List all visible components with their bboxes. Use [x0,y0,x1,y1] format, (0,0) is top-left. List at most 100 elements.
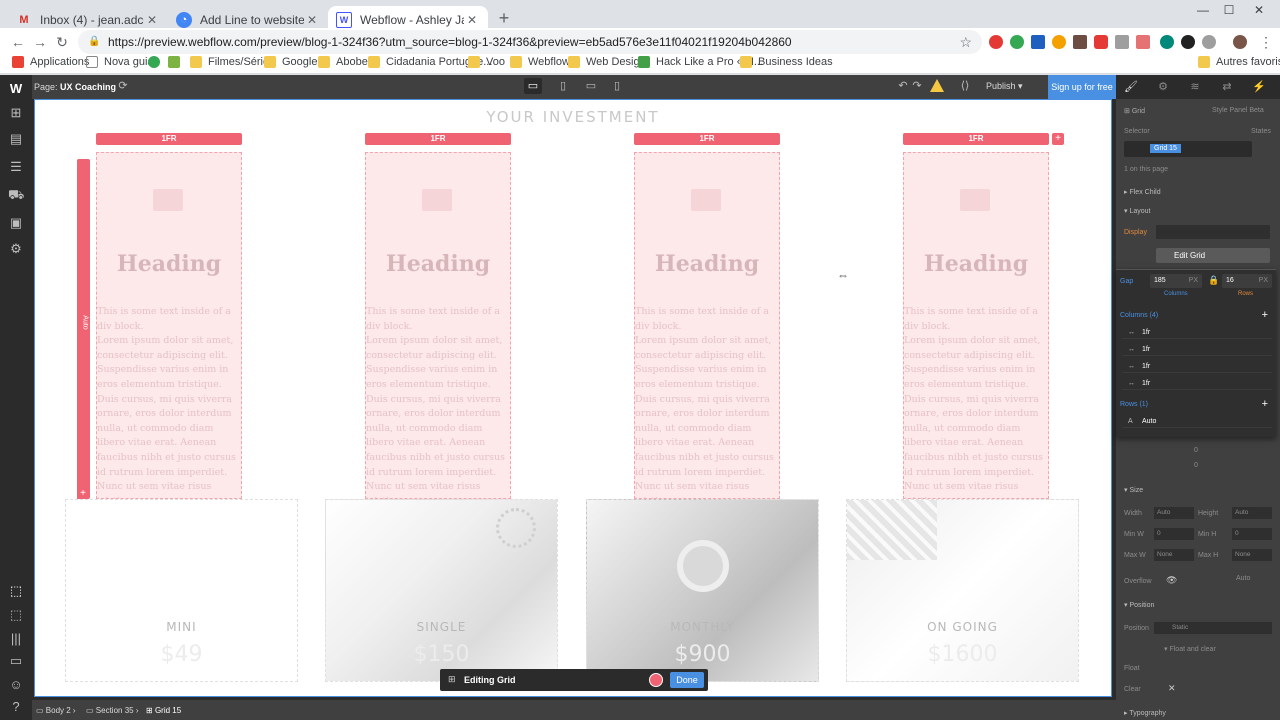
height-input[interactable]: Auto [1232,507,1272,519]
interactions-icon[interactable]: ⇄ [1220,80,1234,94]
history-icon[interactable]: ⟳ [114,78,132,94]
bookmark-star-icon[interactable]: ☆ [959,34,972,51]
extension-icon[interactable] [1010,35,1024,49]
grid-cell[interactable]: Heading This is some text inside of a di… [903,152,1049,507]
extension-icon[interactable] [1073,35,1087,49]
avatar[interactable] [1233,35,1247,49]
plan-card[interactable]: MINI $49 [65,499,298,682]
bookmark-item[interactable] [148,56,166,68]
states-dropdown[interactable]: States [1251,128,1271,135]
section-typography[interactable]: ▸ Typography [1124,709,1166,717]
display-options[interactable] [1156,225,1270,239]
max-height-input[interactable]: None [1232,549,1272,561]
gap-columns-input[interactable]: 185 PX [1150,274,1202,288]
record-icon[interactable] [649,673,663,687]
extension-icon[interactable] [1160,35,1174,49]
ecommerce-icon[interactable]: ⛟ [8,187,24,203]
audit-icon[interactable]: ||| [8,631,24,647]
close-tab-icon[interactable]: ✕ [464,13,480,27]
selector-field[interactable]: Grid 15 [1124,141,1252,157]
tablet-breakpoint-icon[interactable]: ▯ [554,78,572,94]
grid-column-handle[interactable]: 1FR [96,133,242,145]
plan-card[interactable]: SINGLE $150 [325,499,558,682]
grid-row-handle[interactable]: Auto [77,159,90,499]
sign-up-button[interactable]: Sign up for free [1048,75,1116,99]
extension-icon[interactable] [1052,35,1066,49]
max-width-input[interactable]: None [1154,549,1194,561]
extension-icon[interactable] [1181,35,1195,49]
menu-icon[interactable]: ⋮ [1256,32,1276,52]
page-canvas[interactable]: YOUR INVESTMENT 1FR 1FR 1FR 1FR + Auto +… [34,99,1112,697]
plan-card[interactable]: ON GOING $1600 [846,499,1079,682]
select-box-icon[interactable]: ⬚ [8,607,24,623]
preview-icon[interactable]: ▭ [8,653,24,669]
extension-icon[interactable] [1094,35,1108,49]
breadcrumb-grid[interactable]: ⊞ Grid 15 [146,706,181,715]
settings-icon[interactable]: ⚙ [8,241,24,257]
pages-icon[interactable]: ▤ [8,131,24,147]
bookmark-item[interactable] [168,56,186,68]
column-track[interactable]: ↔ 1fr [1122,360,1272,373]
gap-rows-input[interactable]: 16 PX [1222,274,1272,288]
mobile-landscape-breakpoint-icon[interactable]: ▭ [582,78,600,94]
bookmark-folder[interactable]: Voo [468,56,505,68]
grid-column-handle[interactable]: 1FR [903,133,1049,145]
extension-icon[interactable] [1115,35,1129,49]
reload-icon[interactable]: ↻ [52,32,72,52]
settings-gear-icon[interactable]: ⚙ [1156,80,1170,94]
section-size[interactable]: ▾ Size [1124,486,1143,494]
style-brush-icon[interactable]: 🖌 [1124,80,1138,94]
column-track[interactable]: ↔ 1fr [1122,343,1272,356]
section-flex-child[interactable]: ▸ Flex Child [1124,188,1161,196]
section-layout[interactable]: ▾ Layout [1124,207,1151,215]
grid-cell[interactable]: Heading This is some text inside of a di… [365,152,511,507]
add-column-icon[interactable]: + [1262,309,1268,321]
webflow-logo-icon[interactable]: W [8,81,24,97]
bookmark-folder[interactable]: Web Design [568,56,646,68]
add-column-icon[interactable]: + [1052,133,1064,145]
grid-column-handle[interactable]: 1FR [634,133,780,145]
bookmark-folder[interactable]: Filmes/Séries [190,56,275,68]
grid-column-handle[interactable]: 1FR [365,133,511,145]
width-input[interactable]: Auto [1154,507,1194,519]
min-height-input[interactable]: 0 [1232,528,1272,540]
code-export-icon[interactable]: ⟨⟩ [956,78,974,94]
bookmark-folder[interactable]: Business Ideas [740,56,833,68]
maximize-icon[interactable]: ☐ [1214,0,1244,20]
bookmark-apps[interactable]: Applications [12,56,89,68]
eye-icon[interactable]: 👁 [1166,575,1177,586]
extension-icon[interactable] [1136,35,1150,49]
done-button[interactable]: Done [670,672,704,688]
bookmark-folder[interactable]: Google [264,56,317,68]
min-width-input[interactable]: 0 [1154,528,1194,540]
clear-none-icon[interactable]: ✕ [1168,683,1176,694]
bookmark-folder[interactable]: Abobe [318,56,368,68]
selector-chip[interactable]: Grid 15 [1150,144,1181,153]
breadcrumb-body[interactable]: ▭ Body 2 › [36,706,76,715]
style-panel-beta-toggle[interactable]: Style Panel Beta [1212,107,1264,114]
redo-icon[interactable]: ↷ [908,78,926,94]
address-bar[interactable]: 🔒 https://preview.webflow.com/preview/bl… [78,30,982,54]
new-tab-icon[interactable]: + [494,8,514,28]
grid-cell[interactable]: Heading This is some text inside of a di… [96,152,242,507]
bookmark-folder[interactable]: Webflow [510,56,570,68]
cms-icon[interactable]: ☰ [8,159,24,175]
column-track[interactable]: ↔ 1fr [1122,377,1272,390]
team-icon[interactable]: ☺ [8,677,24,693]
mobile-portrait-breakpoint-icon[interactable]: ▯ [608,78,626,94]
section-position[interactable]: ▾ Position [1124,601,1154,609]
bookmark-item[interactable]: Nova guia [86,56,154,68]
position-select[interactable]: Static [1154,622,1272,634]
forward-icon[interactable]: → [30,32,50,52]
float-clear-toggle[interactable]: ▾ Float and clear [1164,645,1216,653]
page-selector[interactable]: Page: UX Coaching [34,82,116,92]
warning-icon[interactable] [930,79,944,92]
back-icon[interactable]: ← [8,32,28,52]
lightning-icon[interactable]: ⚡ [1252,80,1266,94]
publish-button[interactable]: Publish ▾ [986,81,1023,92]
column-track[interactable]: ↔ 1fr [1122,326,1272,339]
add-panel-icon[interactable]: ⊞ [8,105,24,121]
close-tab-icon[interactable]: ✕ [144,13,160,27]
add-row-icon[interactable]: + [1262,398,1268,410]
extension-icon[interactable] [989,35,1003,49]
